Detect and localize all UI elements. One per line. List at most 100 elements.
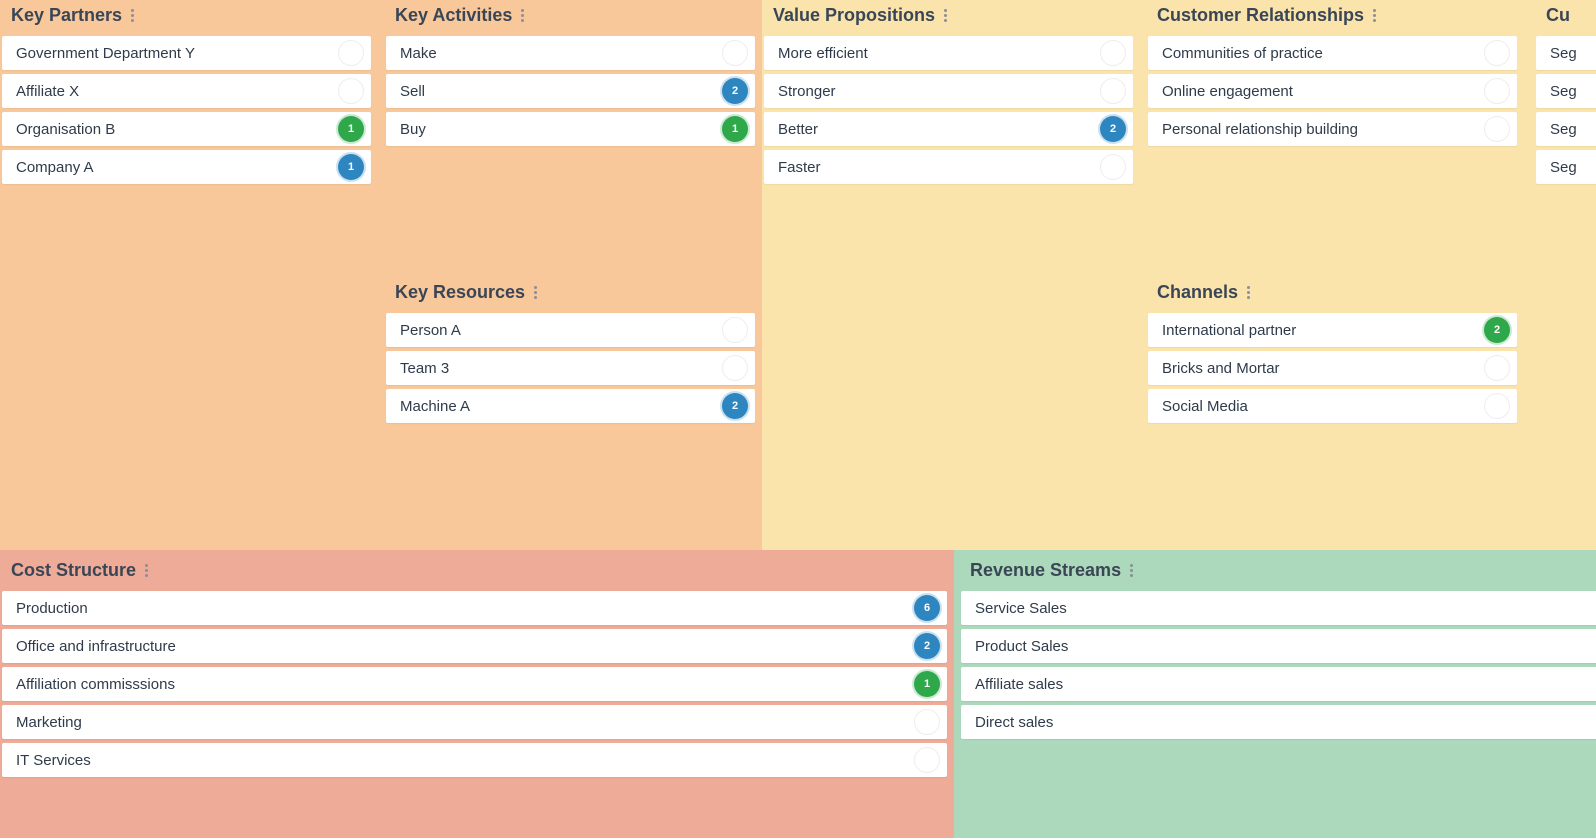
card-item[interactable]: Sell 2: [386, 74, 755, 108]
count-badge[interactable]: 2: [1484, 317, 1510, 343]
channels-section: Channels International partner 2 Bricks an…: [1146, 278, 1530, 550]
empty-badge[interactable]: [1484, 355, 1510, 381]
card-item[interactable]: Direct sales: [961, 705, 1596, 739]
empty-badge[interactable]: [1484, 78, 1510, 104]
card-item[interactable]: Buy 1: [386, 112, 755, 146]
card-item[interactable]: Organisation B 1: [2, 112, 371, 146]
empty-badge[interactable]: [1484, 116, 1510, 142]
count-badge[interactable]: 2: [1100, 116, 1126, 142]
card-item[interactable]: Online engagement: [1148, 74, 1517, 108]
card-item[interactable]: Person A: [386, 313, 755, 347]
card-item[interactable]: Social Media: [1148, 389, 1517, 423]
more-vertical-icon[interactable]: [943, 8, 948, 22]
empty-badge[interactable]: [722, 317, 748, 343]
empty-badge[interactable]: [1100, 78, 1126, 104]
card-item[interactable]: Communities of practice: [1148, 36, 1517, 70]
more-vertical-icon[interactable]: [1129, 563, 1134, 577]
more-vertical-icon[interactable]: [520, 8, 525, 22]
card-item[interactable]: Affiliation commisssions 1: [2, 667, 947, 701]
empty-badge[interactable]: [1484, 393, 1510, 419]
card-label: Better: [778, 120, 819, 138]
empty-badge[interactable]: [1100, 40, 1126, 66]
card-item[interactable]: IT Services: [2, 743, 947, 777]
card-item[interactable]: Service Sales: [961, 591, 1596, 625]
empty-badge[interactable]: [338, 78, 364, 104]
card-item[interactable]: Product Sales: [961, 629, 1596, 663]
key-resources-title: Key Resources: [395, 282, 526, 302]
card-label: Social Media: [1162, 397, 1248, 415]
channels-title: Channels: [1157, 282, 1239, 302]
customer-relationships-title: Customer Relationships: [1157, 5, 1365, 25]
cost-structure-list: Production 6 Office and infrastructure 2 Aff…: [2, 591, 947, 781]
card-label: More efficient: [778, 44, 868, 62]
empty-badge[interactable]: [722, 355, 748, 381]
card-label: Company A: [16, 158, 94, 176]
count-badge[interactable]: 1: [338, 154, 364, 180]
card-label: Affiliate X: [16, 82, 80, 100]
card-label: Production: [16, 599, 88, 617]
card-label: Stronger: [778, 82, 836, 100]
empty-badge[interactable]: [1484, 40, 1510, 66]
count-badge[interactable]: 2: [722, 393, 748, 419]
section-title: Cost Structure: [11, 559, 149, 581]
revenue-streams-section: Revenue Streams Service Sales Product Sal…: [954, 550, 1596, 838]
more-vertical-icon[interactable]: [1246, 285, 1251, 299]
empty-badge[interactable]: [722, 40, 748, 66]
more-vertical-icon[interactable]: [144, 563, 149, 577]
revenue-streams-list: Service Sales Product Sales Affiliate sale…: [961, 591, 1596, 743]
more-vertical-icon[interactable]: [1372, 8, 1377, 22]
empty-badge[interactable]: [1100, 154, 1126, 180]
card-item[interactable]: Personal relationship building: [1148, 112, 1517, 146]
card-item[interactable]: Faster: [764, 150, 1133, 184]
card-item[interactable]: Team 3: [386, 351, 755, 385]
card-label: Seg: [1550, 82, 1577, 100]
count-badge[interactable]: 6: [914, 595, 940, 621]
empty-badge[interactable]: [914, 747, 940, 773]
empty-badge[interactable]: [914, 709, 940, 735]
card-item[interactable]: Government Department Y: [2, 36, 371, 70]
card-label: International partner: [1162, 321, 1297, 339]
card-item[interactable]: Seg: [1536, 150, 1596, 184]
empty-badge[interactable]: [338, 40, 364, 66]
more-vertical-icon[interactable]: [130, 8, 135, 22]
count-badge[interactable]: 1: [722, 116, 748, 142]
card-item[interactable]: Marketing: [2, 705, 947, 739]
card-label: Online engagement: [1162, 82, 1293, 100]
more-vertical-icon[interactable]: [533, 285, 538, 299]
card-item[interactable]: Stronger: [764, 74, 1133, 108]
card-item[interactable]: More efficient: [764, 36, 1133, 70]
card-item[interactable]: Production 6: [2, 591, 947, 625]
customer-segments-list: Seg Seg Seg Seg: [1536, 36, 1596, 188]
card-label: Seg: [1550, 158, 1577, 176]
count-badge[interactable]: 2: [722, 78, 748, 104]
card-label: Buy: [400, 120, 426, 138]
count-badge[interactable]: 1: [914, 671, 940, 697]
card-item[interactable]: Company A 1: [2, 150, 371, 184]
section-title: Customer Relationships: [1157, 4, 1377, 26]
count-badge[interactable]: 1: [338, 116, 364, 142]
card-item[interactable]: Bricks and Mortar: [1148, 351, 1517, 385]
card-item[interactable]: Machine A 2: [386, 389, 755, 423]
card-item[interactable]: Affiliate sales: [961, 667, 1596, 701]
key-activities-title: Key Activities: [395, 5, 513, 25]
section-title: Key Resources: [395, 281, 538, 303]
section-title: Cu: [1546, 4, 1570, 26]
card-label: Sell: [400, 82, 426, 100]
section-title: Revenue Streams: [970, 559, 1134, 581]
key-resources-list: Person A Team 3 Machine A 2: [386, 313, 755, 427]
key-partners-list: Government Department Y Affiliate X Organi…: [2, 36, 371, 188]
card-item[interactable]: Office and infrastructure 2: [2, 629, 947, 663]
key-activities-list: Make Sell 2 Buy 1: [386, 36, 755, 150]
card-label: Government Department Y: [16, 44, 195, 62]
card-item[interactable]: Seg: [1536, 74, 1596, 108]
card-label: Person A: [400, 321, 461, 339]
card-item[interactable]: International partner 2: [1148, 313, 1517, 347]
card-item[interactable]: Better 2: [764, 112, 1133, 146]
section-title: Key Partners: [11, 4, 135, 26]
card-item[interactable]: Affiliate X: [2, 74, 371, 108]
card-item[interactable]: Seg: [1536, 36, 1596, 70]
count-badge[interactable]: 2: [914, 633, 940, 659]
card-item[interactable]: Make: [386, 36, 755, 70]
card-item[interactable]: Seg: [1536, 112, 1596, 146]
card-label: Team 3: [400, 359, 450, 377]
